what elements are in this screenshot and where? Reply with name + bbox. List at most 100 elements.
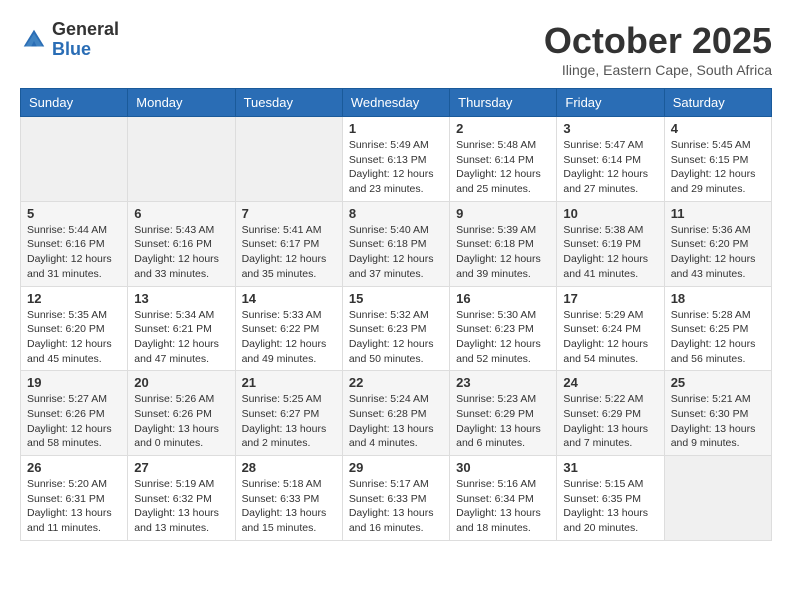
day-number: 19 [27, 375, 121, 390]
calendar-cell: 4 Sunrise: 5:45 AMSunset: 6:15 PMDaylight… [664, 117, 771, 202]
calendar-cell: 13Sunrise: 5:34 AMSunset: 6:21 PMDayligh… [128, 286, 235, 371]
day-number: 9 [456, 206, 550, 221]
day-number: 27 [134, 460, 228, 475]
calendar-week-3: 12 Sunrise: 5:35 AMSunset: 6:20 PMDayligh… [21, 286, 772, 371]
calendar-cell: 15Sunrise: 5:32 AMSunset: 6:23 PMDayligh… [342, 286, 449, 371]
logo-general: General [52, 19, 119, 39]
header-tuesday: Tuesday [235, 89, 342, 117]
day-number: 2 [456, 121, 550, 136]
calendar-cell: 2Sunrise: 5:48 AMSunset: 6:14 PMDaylight… [450, 117, 557, 202]
calendar-week-1: 1 Sunrise: 5:49 AMSunset: 6:13 PMDaylight… [21, 117, 772, 202]
calendar-cell: 10 Sunrise: 5:38 AMSunset: 6:19 PMDayligh… [557, 201, 664, 286]
day-info: Sunrise: 5:15 AMSunset: 6:35 PMDaylight:… [563, 477, 657, 536]
day-info: Sunrise: 5:47 AMSunset: 6:14 PMDaylight:… [563, 138, 657, 197]
calendar-cell: 22 Sunrise: 5:24 AMSunset: 6:28 PMDayligh… [342, 371, 449, 456]
header-wednesday: Wednesday [342, 89, 449, 117]
calendar-cell: 20 Sunrise: 5:26 AMSunset: 6:26 PMDayligh… [128, 371, 235, 456]
day-info: Sunrise: 5:19 AMSunset: 6:32 PMDaylight:… [134, 477, 228, 536]
calendar-cell: 12 Sunrise: 5:35 AMSunset: 6:20 PMDayligh… [21, 286, 128, 371]
header: General Blue October 2025 Ilinge, Easter… [20, 20, 772, 78]
day-number: 3 [563, 121, 657, 136]
day-info: Sunrise: 5:40 AMSunset: 6:18 PMDaylight:… [349, 223, 443, 282]
calendar-week-5: 26 Sunrise: 5:20 AMSunset: 6:31 PMDayligh… [21, 456, 772, 541]
day-info: Sunrise: 5:49 AMSunset: 6:13 PMDaylight:… [349, 138, 443, 197]
calendar-cell: 25 Sunrise: 5:21 AMSunset: 6:30 PMDayligh… [664, 371, 771, 456]
header-sunday: Sunday [21, 89, 128, 117]
calendar-cell [128, 117, 235, 202]
day-info: Sunrise: 5:20 AMSunset: 6:31 PMDaylight:… [27, 477, 121, 536]
day-number: 29 [349, 460, 443, 475]
day-number: 26 [27, 460, 121, 475]
day-number: 17 [563, 291, 657, 306]
calendar-cell: 8Sunrise: 5:40 AMSunset: 6:18 PMDaylight… [342, 201, 449, 286]
calendar-cell: 19 Sunrise: 5:27 AMSunset: 6:26 PMDayligh… [21, 371, 128, 456]
day-info: Sunrise: 5:39 AMSunset: 6:18 PMDaylight:… [456, 223, 550, 282]
day-number: 11 [671, 206, 765, 221]
day-number: 5 [27, 206, 121, 221]
calendar: Sunday Monday Tuesday Wednesday Thursday… [20, 88, 772, 541]
calendar-cell: 18Sunrise: 5:28 AMSunset: 6:25 PMDayligh… [664, 286, 771, 371]
calendar-cell: 16 Sunrise: 5:30 AMSunset: 6:23 PMDayligh… [450, 286, 557, 371]
day-info: Sunrise: 5:27 AMSunset: 6:26 PMDaylight:… [27, 392, 121, 451]
calendar-cell: 21Sunrise: 5:25 AMSunset: 6:27 PMDayligh… [235, 371, 342, 456]
day-info: Sunrise: 5:21 AMSunset: 6:30 PMDaylight:… [671, 392, 765, 451]
calendar-cell: 27 Sunrise: 5:19 AMSunset: 6:32 PMDayligh… [128, 456, 235, 541]
day-number: 30 [456, 460, 550, 475]
calendar-cell [664, 456, 771, 541]
day-info: Sunrise: 5:22 AMSunset: 6:29 PMDaylight:… [563, 392, 657, 451]
title-area: October 2025 Ilinge, Eastern Cape, South… [544, 20, 772, 78]
calendar-cell: 6 Sunrise: 5:43 AMSunset: 6:16 PMDaylight… [128, 201, 235, 286]
calendar-cell [21, 117, 128, 202]
calendar-cell: 23Sunrise: 5:23 AMSunset: 6:29 PMDayligh… [450, 371, 557, 456]
day-info: Sunrise: 5:35 AMSunset: 6:20 PMDaylight:… [27, 308, 121, 367]
calendar-cell: 31 Sunrise: 5:15 AMSunset: 6:35 PMDayligh… [557, 456, 664, 541]
day-number: 22 [349, 375, 443, 390]
logo-blue: Blue [52, 39, 91, 59]
day-number: 25 [671, 375, 765, 390]
header-thursday: Thursday [450, 89, 557, 117]
day-info: Sunrise: 5:25 AMSunset: 6:27 PMDaylight:… [242, 392, 336, 451]
day-info: Sunrise: 5:38 AMSunset: 6:19 PMDaylight:… [563, 223, 657, 282]
calendar-cell: 29 Sunrise: 5:17 AMSunset: 6:33 PMDayligh… [342, 456, 449, 541]
day-info: Sunrise: 5:36 AMSunset: 6:20 PMDaylight:… [671, 223, 765, 282]
day-number: 4 [671, 121, 765, 136]
location-subtitle: Ilinge, Eastern Cape, South Africa [544, 62, 772, 78]
day-info: Sunrise: 5:29 AMSunset: 6:24 PMDaylight:… [563, 308, 657, 367]
day-number: 31 [563, 460, 657, 475]
day-info: Sunrise: 5:30 AMSunset: 6:23 PMDaylight:… [456, 308, 550, 367]
calendar-cell: 24 Sunrise: 5:22 AMSunset: 6:29 PMDayligh… [557, 371, 664, 456]
day-info: Sunrise: 5:17 AMSunset: 6:33 PMDaylight:… [349, 477, 443, 536]
day-info: Sunrise: 5:24 AMSunset: 6:28 PMDaylight:… [349, 392, 443, 451]
day-number: 7 [242, 206, 336, 221]
day-number: 24 [563, 375, 657, 390]
day-number: 16 [456, 291, 550, 306]
day-number: 20 [134, 375, 228, 390]
day-info: Sunrise: 5:33 AMSunset: 6:22 PMDaylight:… [242, 308, 336, 367]
day-number: 14 [242, 291, 336, 306]
day-number: 12 [27, 291, 121, 306]
calendar-cell: 9 Sunrise: 5:39 AMSunset: 6:18 PMDaylight… [450, 201, 557, 286]
calendar-week-2: 5 Sunrise: 5:44 AMSunset: 6:16 PMDaylight… [21, 201, 772, 286]
header-friday: Friday [557, 89, 664, 117]
logo-icon [20, 26, 48, 54]
day-number: 18 [671, 291, 765, 306]
calendar-cell: 1 Sunrise: 5:49 AMSunset: 6:13 PMDaylight… [342, 117, 449, 202]
calendar-cell: 30Sunrise: 5:16 AMSunset: 6:34 PMDayligh… [450, 456, 557, 541]
calendar-cell: 5 Sunrise: 5:44 AMSunset: 6:16 PMDaylight… [21, 201, 128, 286]
day-info: Sunrise: 5:26 AMSunset: 6:26 PMDaylight:… [134, 392, 228, 451]
day-number: 6 [134, 206, 228, 221]
day-info: Sunrise: 5:43 AMSunset: 6:16 PMDaylight:… [134, 223, 228, 282]
calendar-cell: 3 Sunrise: 5:47 AMSunset: 6:14 PMDaylight… [557, 117, 664, 202]
day-info: Sunrise: 5:45 AMSunset: 6:15 PMDaylight:… [671, 138, 765, 197]
day-number: 15 [349, 291, 443, 306]
day-number: 23 [456, 375, 550, 390]
day-number: 1 [349, 121, 443, 136]
day-number: 13 [134, 291, 228, 306]
day-info: Sunrise: 5:18 AMSunset: 6:33 PMDaylight:… [242, 477, 336, 536]
day-info: Sunrise: 5:44 AMSunset: 6:16 PMDaylight:… [27, 223, 121, 282]
calendar-cell: 26 Sunrise: 5:20 AMSunset: 6:31 PMDayligh… [21, 456, 128, 541]
day-number: 10 [563, 206, 657, 221]
calendar-cell: 11 Sunrise: 5:36 AMSunset: 6:20 PMDayligh… [664, 201, 771, 286]
calendar-week-4: 19 Sunrise: 5:27 AMSunset: 6:26 PMDayligh… [21, 371, 772, 456]
day-number: 28 [242, 460, 336, 475]
